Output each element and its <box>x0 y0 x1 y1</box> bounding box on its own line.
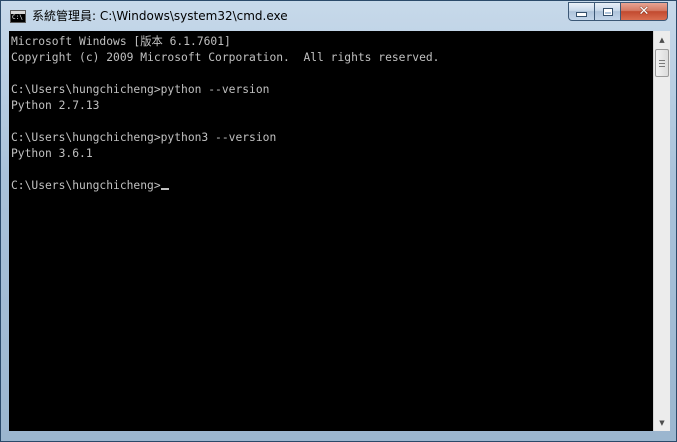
console-line-output: Python 3.6.1 <box>11 147 93 160</box>
console-line-command: C:\Users\hungchicheng>python --version <box>11 83 270 96</box>
cmd-window: 系統管理員: C:\Windows\system32\cmd.exe ✕ Mic… <box>0 0 677 442</box>
vertical-scrollbar[interactable]: ▲ ▼ <box>653 31 670 431</box>
window-title: 系統管理員: C:\Windows\system32\cmd.exe <box>32 9 288 23</box>
arrow-up-icon: ▲ <box>659 35 665 44</box>
scrollbar-thumb[interactable] <box>655 49 669 77</box>
maximize-icon <box>602 7 613 16</box>
text-cursor <box>160 188 169 190</box>
grip-line <box>659 66 665 67</box>
window-controls: ✕ <box>568 2 668 21</box>
grip-line <box>659 60 665 61</box>
scroll-up-button[interactable]: ▲ <box>654 31 670 48</box>
minimize-icon <box>576 12 587 17</box>
console-output[interactable]: Microsoft Windows [版本 6.1.7601] Copyrigh… <box>9 31 653 431</box>
scroll-down-button[interactable]: ▼ <box>654 414 670 431</box>
console-line-command: C:\Users\hungchicheng>python3 --version <box>11 131 277 144</box>
console-line-copyright: Copyright (c) 2009 Microsoft Corporation… <box>11 51 440 64</box>
arrow-down-icon: ▼ <box>659 418 665 427</box>
console-line-output: Python 2.7.13 <box>11 99 100 112</box>
console-line-prompt: C:\Users\hungchicheng> <box>11 180 169 192</box>
title-bar[interactable]: 系統管理員: C:\Windows\system32\cmd.exe ✕ <box>1 1 676 31</box>
close-button[interactable]: ✕ <box>621 2 668 21</box>
minimize-button[interactable] <box>568 2 595 21</box>
prompt-text: C:\Users\hungchicheng> <box>11 179 161 192</box>
console-line-version: Microsoft Windows [版本 6.1.7601] <box>11 35 231 48</box>
close-icon: ✕ <box>638 4 650 19</box>
maximize-button[interactable] <box>595 2 621 21</box>
cmd-console-icon[interactable] <box>10 10 26 23</box>
grip-line <box>659 63 665 64</box>
